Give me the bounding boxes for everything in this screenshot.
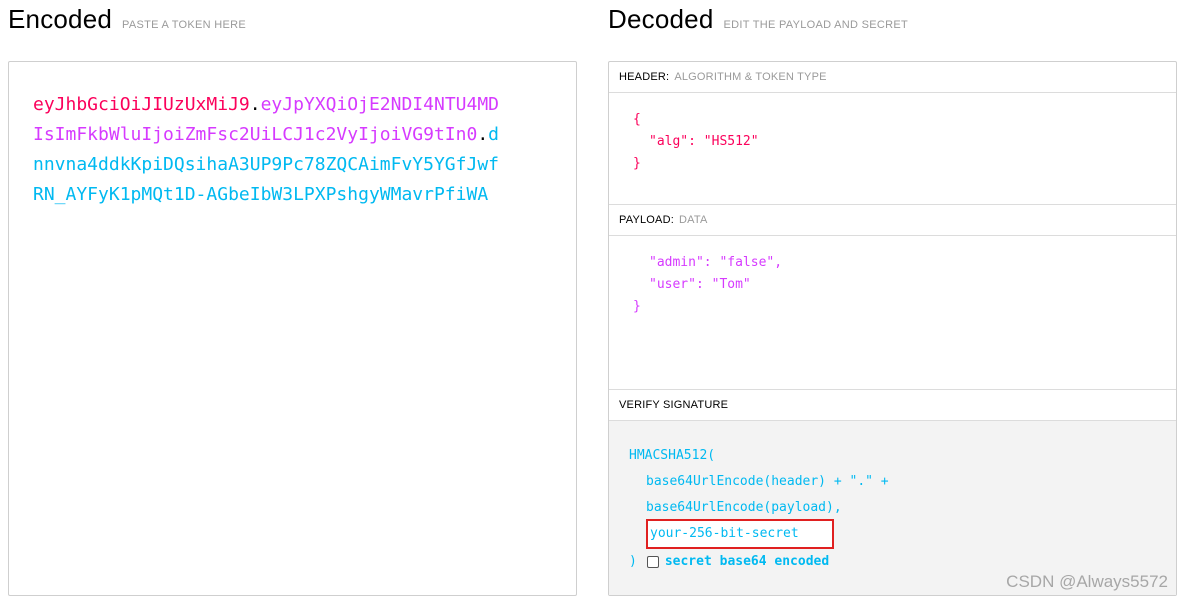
token-dot: .: [477, 124, 489, 145]
decoded-heading: Decoded EDIT THE PAYLOAD AND SECRET: [608, 4, 908, 35]
header-alg-line: "alg": "HS512": [649, 134, 759, 149]
token-dot: .: [249, 94, 261, 115]
payload-sublabel: DATA: [679, 214, 708, 226]
header-section-title: HEADER: ALGORITHM & TOKEN TYPE: [609, 62, 1176, 93]
payload-admin-line: "admin": "false",: [649, 255, 783, 270]
encoded-token-editor[interactable]: eyJhbGciOiJIUzUxMiJ9.eyJpYXQiOjE2NDI4NTU…: [8, 61, 577, 596]
json-close-brace: }: [633, 156, 641, 171]
header-json-editor[interactable]: { "alg": "HS512" }: [609, 93, 1176, 204]
encoded-subtitle: PASTE A TOKEN HERE: [122, 19, 247, 31]
token-text[interactable]: eyJhbGciOiJIUzUxMiJ9.eyJpYXQiOjE2NDI4NTU…: [33, 90, 503, 210]
encoded-title: Encoded: [8, 4, 113, 34]
payload-label: PAYLOAD:: [619, 214, 674, 226]
json-close-brace: }: [633, 299, 641, 314]
header-label: HEADER:: [619, 71, 670, 83]
payload-section: PAYLOAD: DATA "admin": "false", "user": …: [609, 205, 1176, 390]
header-section: HEADER: ALGORITHM & TOKEN TYPE { "alg": …: [609, 62, 1176, 205]
signature-body: HMACSHA512( base64UrlEncode(header) + ".…: [609, 421, 1176, 595]
signature-section: VERIFY SIGNATURE HMACSHA512( base64UrlEn…: [609, 390, 1176, 595]
header-sublabel: ALGORITHM & TOKEN TYPE: [674, 71, 827, 83]
decoded-title: Decoded: [608, 4, 714, 34]
signature-fn-open: HMACSHA512(: [629, 448, 716, 463]
signature-section-title: VERIFY SIGNATURE: [609, 390, 1176, 421]
watermark: CSDN @Always5572: [1006, 572, 1168, 591]
signature-header-line: base64UrlEncode(header) + "." +: [646, 474, 889, 489]
signature-payload-line: base64UrlEncode(payload),: [646, 500, 842, 515]
secret-row: your-256-bit-secret: [629, 519, 1176, 549]
decoded-subtitle: EDIT THE PAYLOAD AND SECRET: [723, 19, 909, 31]
signature-label: VERIFY SIGNATURE: [619, 399, 729, 411]
json-open-brace: {: [633, 112, 641, 127]
signature-close-paren: ): [629, 554, 637, 569]
payload-json-editor[interactable]: "admin": "false", "user": "Tom" }: [609, 236, 1176, 389]
payload-section-title: PAYLOAD: DATA: [609, 205, 1176, 236]
encoded-heading: Encoded PASTE A TOKEN HERE: [8, 4, 246, 35]
decoded-panel: HEADER: ALGORITHM & TOKEN TYPE { "alg": …: [608, 61, 1177, 596]
secret-base64-checkbox[interactable]: [646, 556, 659, 568]
token-header-part: eyJhbGciOiJIUzUxMiJ9: [33, 94, 250, 115]
secret-base64-label[interactable]: secret base64 encoded: [665, 549, 829, 575]
secret-input[interactable]: your-256-bit-secret: [646, 519, 834, 549]
payload-user-line: "user": "Tom": [649, 277, 751, 292]
